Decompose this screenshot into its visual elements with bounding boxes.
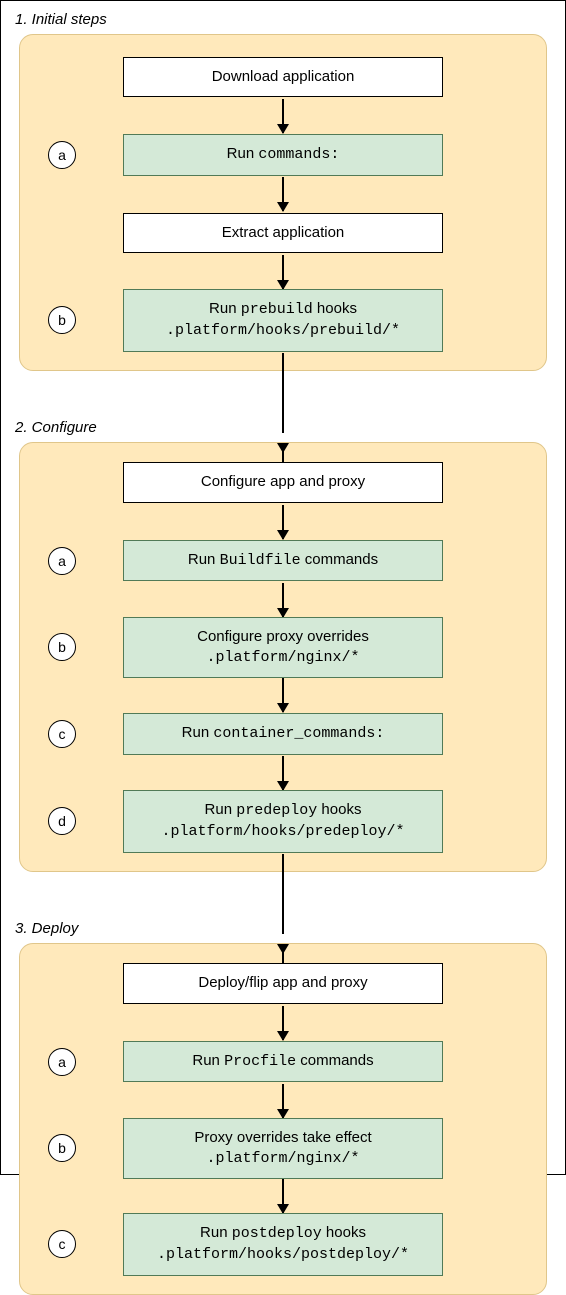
step-code: container_commands:	[213, 725, 384, 742]
step-path: .platform/hooks/postdeploy/*	[157, 1246, 409, 1263]
step-extract-application: Extract application	[123, 213, 443, 253]
step-text: hooks	[317, 801, 361, 818]
step-run-commands: Run commands:	[123, 134, 443, 175]
phase-title: 1. Initial steps	[1, 5, 565, 32]
arrow-down-icon	[282, 255, 284, 289]
step-run-postdeploy-hooks: Run postdeploy hooks .platform/hooks/pos…	[123, 1213, 443, 1276]
phase-deploy: Deploy/flip app and proxy a Run Procfile…	[19, 943, 547, 1295]
step-text: hooks	[322, 1224, 366, 1241]
step-run-predeploy-hooks: Run predeploy hooks .platform/hooks/pred…	[123, 790, 443, 853]
step-text: Run	[205, 801, 237, 818]
step-text: Run	[188, 551, 220, 568]
step-code: postdeploy	[232, 1225, 322, 1242]
step-bullet: c	[48, 720, 76, 748]
arrow-down-icon	[277, 944, 289, 954]
step-text: Run	[209, 300, 241, 317]
step-bullet: a	[48, 1048, 76, 1076]
step-configure-proxy-overrides: Configure proxy overrides .platform/ngin…	[123, 617, 443, 679]
step-path: .platform/nginx/*	[206, 1150, 359, 1167]
step-deploy-flip-app-and-proxy: Deploy/flip app and proxy	[123, 963, 443, 1003]
step-run-buildfile-commands: Run Buildfile commands	[123, 540, 443, 581]
step-bullet: b	[48, 633, 76, 661]
phase-initial-steps: Download application a Run commands: Ext…	[19, 34, 547, 371]
step-path: .platform/hooks/prebuild/*	[166, 322, 400, 339]
step-bullet: c	[48, 1230, 76, 1258]
step-bullet: d	[48, 807, 76, 835]
step-path: .platform/nginx/*	[206, 649, 359, 666]
phase-connector	[1, 882, 565, 914]
step-run-prebuild-hooks: Run prebuild hooks .platform/hooks/prebu…	[123, 289, 443, 352]
arrow-down-icon	[282, 1084, 284, 1118]
step-bullet: a	[48, 547, 76, 575]
step-bullet: b	[48, 306, 76, 334]
step-text: Run	[182, 724, 214, 741]
phase-connector	[1, 381, 565, 413]
step-code: Procfile	[224, 1053, 296, 1070]
step-text: commands	[301, 551, 379, 568]
step-proxy-overrides-take-effect: Proxy overrides take effect .platform/ng…	[123, 1118, 443, 1180]
step-download-application: Download application	[123, 57, 443, 97]
step-run-container-commands: Run container_commands:	[123, 713, 443, 754]
step-configure-app-and-proxy: Configure app and proxy	[123, 462, 443, 502]
step-text: Run	[200, 1224, 232, 1241]
arrow-down-icon	[277, 443, 289, 453]
step-bullet: b	[48, 1134, 76, 1162]
arrow-down-icon	[282, 1006, 284, 1040]
arrow-down-icon	[282, 99, 284, 133]
arrow-down-icon	[282, 583, 284, 617]
arrow-down-icon	[282, 756, 284, 790]
step-code: predeploy	[236, 802, 317, 819]
phase-configure: Configure app and proxy a Run Buildfile …	[19, 442, 547, 872]
step-text: Run	[192, 1052, 224, 1069]
step-path: .platform/hooks/predeploy/*	[161, 823, 404, 840]
step-run-procfile-commands: Run Procfile commands	[123, 1041, 443, 1082]
step-code: commands:	[258, 146, 339, 163]
step-text: Configure proxy overrides	[197, 628, 369, 645]
arrow-down-icon	[282, 505, 284, 539]
step-code: Buildfile	[220, 552, 301, 569]
arrow-down-icon	[282, 1179, 284, 1213]
step-text: Run	[227, 145, 259, 162]
step-bullet: a	[48, 141, 76, 169]
step-code: prebuild	[241, 301, 313, 318]
step-text: Proxy overrides take effect	[194, 1129, 371, 1146]
step-text: hooks	[313, 300, 357, 317]
arrow-down-icon	[282, 678, 284, 712]
arrow-down-icon	[282, 177, 284, 211]
step-text: commands	[296, 1052, 374, 1069]
